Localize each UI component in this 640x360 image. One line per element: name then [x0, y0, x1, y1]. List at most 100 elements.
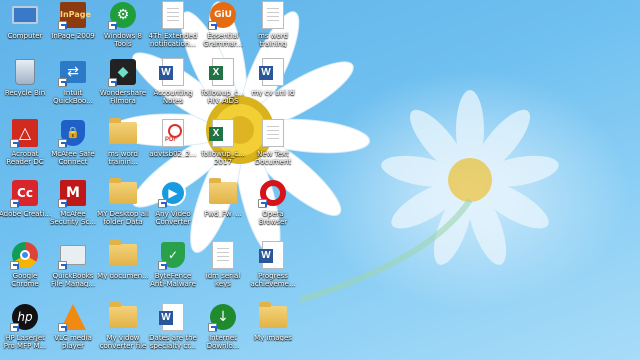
- desktop-shortcut[interactable]: ↓ Internet Downlo...: [198, 302, 248, 360]
- desktop-shortcut-label: Recycle Bin: [4, 89, 46, 97]
- desktop-shortcut[interactable]: Opera Browser: [248, 178, 298, 236]
- desktop-shortcut-label: Any Video Converter: [155, 210, 191, 226]
- desktop-shortcut-label: Internet Downlo...: [206, 334, 240, 350]
- desktop-shortcut-label: My documen...: [97, 272, 149, 280]
- desktop-shortcut-label: McAfee Security Sc...: [50, 210, 96, 226]
- shortcut-arrow-icon: [58, 323, 67, 332]
- document-icon: [208, 240, 238, 270]
- desktop-shortcut[interactable]: My images: [248, 302, 298, 360]
- shortcut-arrow-icon: [208, 323, 217, 332]
- desktop-shortcut[interactable]: ✓ ByteFence Anti-Malware: [148, 240, 198, 298]
- desktop-shortcut[interactable]: Computer: [0, 0, 50, 58]
- mcafee-safe-icon: 🔒: [58, 118, 88, 148]
- desktop-shortcut-label: Essential Grammar...: [203, 32, 243, 48]
- desktop-shortcut[interactable]: followup_c... 2017: [198, 118, 248, 176]
- word-doc-icon: [258, 57, 288, 87]
- desktop-shortcut[interactable]: Cc Adobe Creati...: [0, 178, 51, 236]
- desktop-shortcut[interactable]: △ Acrobat Reader DC: [0, 118, 50, 176]
- quickbooks-icon: [58, 240, 88, 270]
- desktop-shortcut[interactable]: Google Chrome: [0, 240, 50, 298]
- desktop-shortcut[interactable]: New Text Document: [248, 118, 298, 176]
- desktop-shortcut[interactable]: 4Th Extended notification...: [148, 0, 198, 58]
- desktop-shortcut[interactable]: My documen...: [97, 240, 149, 298]
- desktop-shortcut[interactable]: InPage InPage 2009: [48, 0, 98, 58]
- desktop-shortcut[interactable]: Fwd_Fw_...: [198, 178, 248, 236]
- desktop-icon-grid: Computer Recycle Bin △ Acrobat Reader DC Cc A…: [0, 0, 300, 360]
- shortcut-arrow-icon: [208, 21, 217, 30]
- intuit-icon: ⇄: [58, 57, 88, 87]
- excel-icon: [208, 57, 238, 87]
- desktop-shortcut[interactable]: QuickBooks File Manag...: [48, 240, 98, 298]
- bytefence-icon: ✓: [158, 240, 188, 270]
- desktop-shortcut[interactable]: ms word training: [248, 0, 298, 58]
- desktop-shortcut[interactable]: ◆ Wondershare Filmora: [98, 57, 148, 115]
- desktop-shortcut-label: Acrobat Reader DC: [6, 150, 44, 166]
- desktop-shortcut[interactable]: Recycle Bin: [0, 57, 50, 115]
- acrobat-icon: △: [10, 118, 40, 148]
- desktop-shortcut-label: ByteFence Anti-Malware: [150, 272, 196, 288]
- desktop-shortcut[interactable]: followup_c... HIV AIDS: [198, 57, 248, 115]
- shortcut-arrow-icon: [108, 21, 117, 30]
- desktop-shortcut-label: QuickBooks File Manag...: [50, 272, 96, 288]
- shortcut-arrow-icon: [10, 139, 19, 148]
- shortcut-arrow-icon: [158, 199, 167, 208]
- desktop-shortcut-label: Progress achieveme...: [250, 272, 296, 288]
- desktop-shortcut[interactable]: Dates are the specialty cr...: [148, 302, 198, 360]
- desktop-shortcut[interactable]: idm serial keys: [198, 240, 248, 298]
- filmora-icon: ◆: [108, 57, 138, 87]
- vlc-icon: [58, 302, 88, 332]
- desktop-shortcut-label: idm serial keys: [205, 272, 241, 288]
- folder-icon: [108, 302, 138, 332]
- desktop-shortcut[interactable]: 🔒 McAfee Safe Connect: [48, 118, 98, 176]
- desktop-shortcut[interactable]: ms word trainin...: [98, 118, 148, 176]
- desktop-shortcut-label: VLC media player: [54, 334, 92, 350]
- hp-icon: hp: [10, 302, 40, 332]
- folder-icon: [108, 240, 138, 270]
- inpage-icon: InPage: [58, 0, 91, 30]
- chrome-icon: [10, 240, 40, 270]
- adobe-cc-icon: Cc: [10, 178, 40, 208]
- desktop-shortcut[interactable]: My vidow converter file: [98, 302, 148, 360]
- desktop-shortcut-label: InPage 2009: [51, 32, 95, 40]
- word-doc-icon: [158, 57, 188, 87]
- desktop-shortcut[interactable]: GiU Essential Grammar...: [198, 0, 248, 58]
- desktop-shortcut[interactable]: MY Desktop all folder Data: [97, 178, 149, 236]
- desktop-shortcut-label: my cv uni id: [251, 89, 295, 97]
- opera-icon: [258, 178, 288, 208]
- giu-icon: GiU: [208, 0, 238, 30]
- desktop-shortcut[interactable]: Progress achieveme...: [248, 240, 298, 298]
- desktop-shortcut[interactable]: advtsb02_2...: [148, 118, 198, 176]
- desktop-shortcut[interactable]: ▶ Any Video Converter: [148, 178, 198, 236]
- desktop-shortcut-label: Fwd_Fw_...: [204, 210, 242, 218]
- folder-icon: [258, 302, 288, 332]
- shortcut-arrow-icon: [10, 261, 19, 270]
- video-converter-icon: ▶: [158, 178, 188, 208]
- desktop-shortcut-label: My vidow converter file: [99, 334, 147, 350]
- desktop-shortcut[interactable]: ⇄ Intuit QuickBoo...: [48, 57, 98, 115]
- desktop-shortcut[interactable]: VLC media player: [48, 302, 98, 360]
- word-doc-icon: [158, 302, 188, 332]
- desktop-shortcut-label: MY Desktop all folder Data: [97, 210, 149, 226]
- shortcut-arrow-icon: [158, 261, 167, 270]
- desktop-shortcut[interactable]: my cv uni id: [248, 57, 298, 115]
- shortcut-arrow-icon: [58, 78, 67, 87]
- word-doc-icon: [258, 240, 288, 270]
- desktop-shortcut-label: Opera Browser: [258, 210, 288, 226]
- desktop-shortcut[interactable]: M McAfee Security Sc...: [48, 178, 98, 236]
- shortcut-arrow-icon: [58, 261, 67, 270]
- desktop-shortcut[interactable]: hp HP LaserJet Pro MFP M...: [0, 302, 50, 360]
- desktop-shortcut-label: 4Th Extended notification...: [148, 32, 198, 48]
- folder-icon: [108, 178, 138, 208]
- document-icon: [158, 0, 188, 30]
- shortcut-arrow-icon: [10, 199, 19, 208]
- computer-icon: [10, 0, 40, 30]
- mcafee-icon: M: [58, 178, 88, 208]
- desktop-shortcut-label: ms word trainin...: [108, 150, 138, 166]
- document-icon: [258, 0, 288, 30]
- desktop-shortcut[interactable]: ⚙ Windows 8 Tools: [98, 0, 148, 58]
- document-icon: [258, 118, 288, 148]
- desktop-shortcut-label: Wondershare Filmora: [99, 89, 147, 105]
- desktop-shortcut-label: Google Chrome: [11, 272, 39, 288]
- desktop-shortcut-label: Intuit QuickBoo...: [53, 89, 93, 105]
- desktop-shortcut[interactable]: Accounting Notes: [148, 57, 198, 115]
